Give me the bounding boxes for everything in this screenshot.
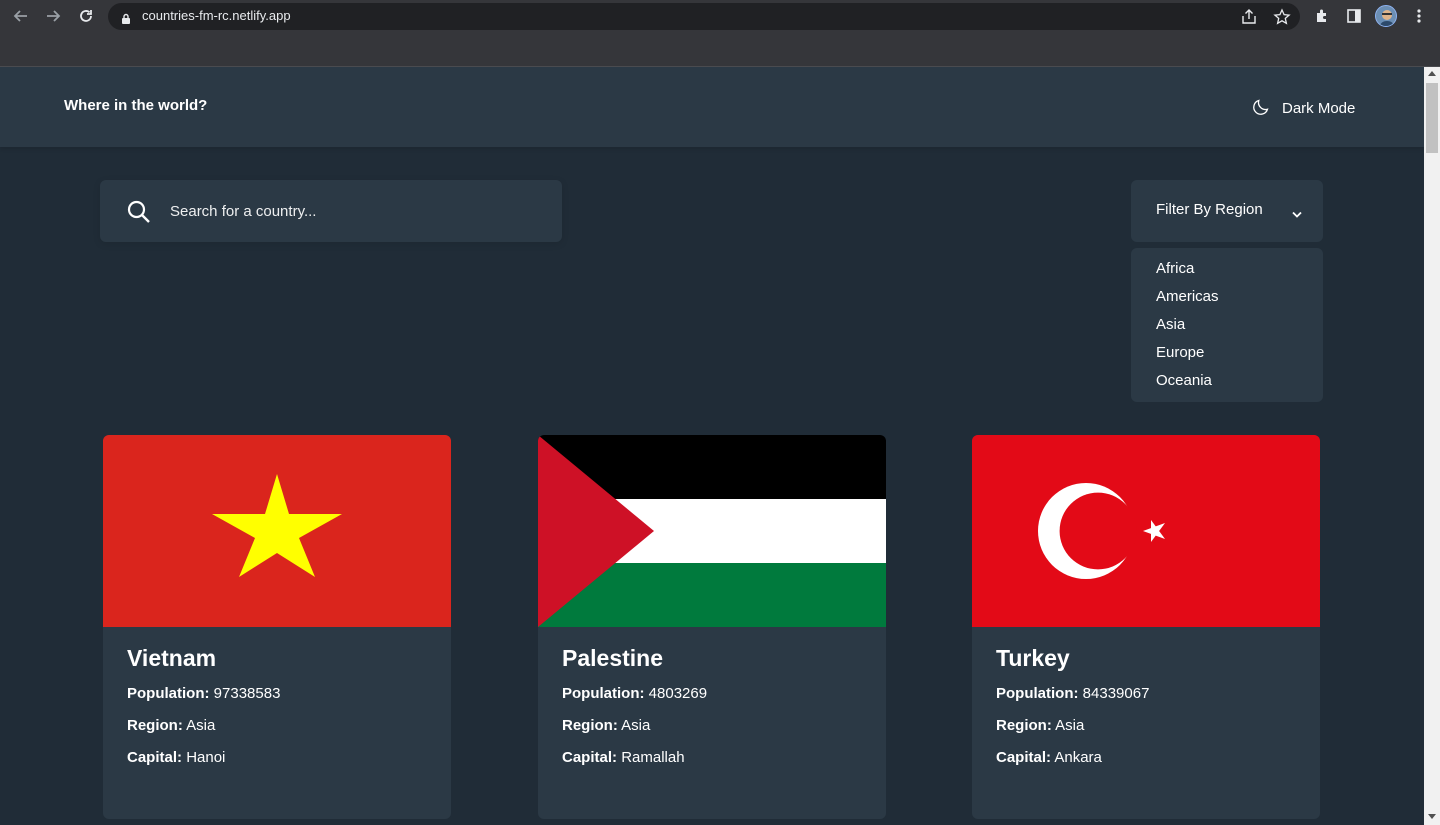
card-body: Palestine Population: 4803269 Region: As…	[562, 645, 707, 780]
extensions-icon[interactable]	[1310, 4, 1334, 28]
region-dropdown-menu: Africa Americas Asia Europe Oceania	[1131, 248, 1323, 402]
region-value: Asia	[1055, 717, 1085, 734]
region-row: Region: Asia	[996, 716, 1149, 748]
moon-icon	[1252, 96, 1272, 120]
population-value: 4803269	[648, 685, 708, 702]
card-body: Turkey Population: 84339067 Region: Asia…	[996, 645, 1149, 780]
capital-label: Capital:	[127, 749, 183, 766]
page-title[interactable]: Where in the world?	[64, 97, 207, 114]
scroll-up-arrow-icon[interactable]	[1428, 71, 1436, 76]
chevron-down-icon	[1291, 205, 1303, 224]
dark-mode-label: Dark Mode	[1282, 99, 1356, 117]
region-label: Region:	[996, 717, 1052, 734]
population-row: Population: 4803269	[562, 684, 707, 716]
region-value: Asia	[621, 717, 651, 734]
back-icon[interactable]	[9, 4, 33, 28]
turkey-flag	[972, 435, 1320, 627]
url-text[interactable]: countries-fm-rc.netlify.app	[142, 8, 291, 23]
filter-label: Filter By Region	[1156, 201, 1263, 218]
capital-row: Capital: Hanoi	[127, 748, 280, 780]
share-icon[interactable]	[1240, 8, 1258, 26]
card-body: Vietnam Population: 97338583 Region: Asi…	[127, 645, 280, 780]
capital-row: Capital: Ramallah	[562, 748, 707, 780]
region-option-asia[interactable]: Asia	[1131, 314, 1323, 342]
palestine-flag	[538, 435, 886, 627]
population-row: Population: 97338583	[127, 684, 280, 716]
app-header: Where in the world? Dark Mode	[0, 67, 1424, 147]
vietnam-flag	[103, 435, 451, 627]
browser-toolbar: countries-fm-rc.netlify.app	[0, 0, 1440, 32]
population-value: 84339067	[1082, 685, 1150, 702]
country-name: Vietnam	[127, 645, 217, 671]
region-option-europe[interactable]: Europe	[1131, 342, 1323, 370]
capital-row: Capital: Ankara	[996, 748, 1149, 780]
population-label: Population:	[127, 685, 210, 702]
page-scrollbar[interactable]	[1424, 67, 1440, 825]
scroll-down-arrow-icon[interactable]	[1428, 814, 1436, 819]
region-value: Asia	[186, 717, 216, 734]
population-label: Population:	[996, 685, 1079, 702]
capital-value: Ankara	[1054, 749, 1102, 766]
capital-value: Ramallah	[621, 749, 685, 766]
capital-label: Capital:	[562, 749, 618, 766]
star-icon[interactable]	[1273, 8, 1291, 26]
region-row: Region: Asia	[127, 716, 280, 748]
lock-icon[interactable]	[121, 10, 131, 29]
scroll-thumb[interactable]	[1426, 83, 1438, 153]
capital-label: Capital:	[996, 749, 1052, 766]
population-row: Population: 84339067	[996, 684, 1149, 716]
region-row: Region: Asia	[562, 716, 707, 748]
forward-icon[interactable]	[41, 4, 65, 28]
avatar[interactable]	[1375, 5, 1397, 27]
page-content: Where in the world? Dark Mode Filter By …	[0, 67, 1424, 825]
region-label: Region:	[127, 717, 183, 734]
address-bar[interactable]: countries-fm-rc.netlify.app	[108, 3, 1300, 30]
region-option-africa[interactable]: Africa	[1131, 258, 1323, 286]
country-name: Turkey	[996, 645, 1070, 671]
capital-value: Hanoi	[186, 749, 226, 766]
sidebar-icon[interactable]	[1342, 4, 1366, 28]
country-card-turkey[interactable]: Turkey Population: 84339067 Region: Asia…	[972, 435, 1320, 819]
dark-mode-toggle[interactable]: Dark Mode	[1252, 96, 1355, 120]
search-icon	[126, 199, 152, 229]
browser-chrome: countries-fm-rc.netlify.app	[0, 0, 1440, 67]
population-label: Population:	[562, 685, 645, 702]
reload-icon[interactable]	[74, 4, 98, 28]
country-card-palestine[interactable]: Palestine Population: 4803269 Region: As…	[538, 435, 886, 819]
region-label: Region:	[562, 717, 618, 734]
menu-icon[interactable]	[1407, 4, 1431, 28]
region-option-oceania[interactable]: Oceania	[1131, 370, 1323, 398]
search-box[interactable]	[100, 180, 562, 242]
population-value: 97338583	[213, 685, 281, 702]
country-name: Palestine	[562, 645, 663, 671]
search-input[interactable]	[170, 198, 530, 224]
country-card-vietnam[interactable]: Vietnam Population: 97338583 Region: Asi…	[103, 435, 451, 819]
region-option-americas[interactable]: Americas	[1131, 286, 1323, 314]
region-filter-select[interactable]: Filter By Region	[1131, 180, 1323, 242]
